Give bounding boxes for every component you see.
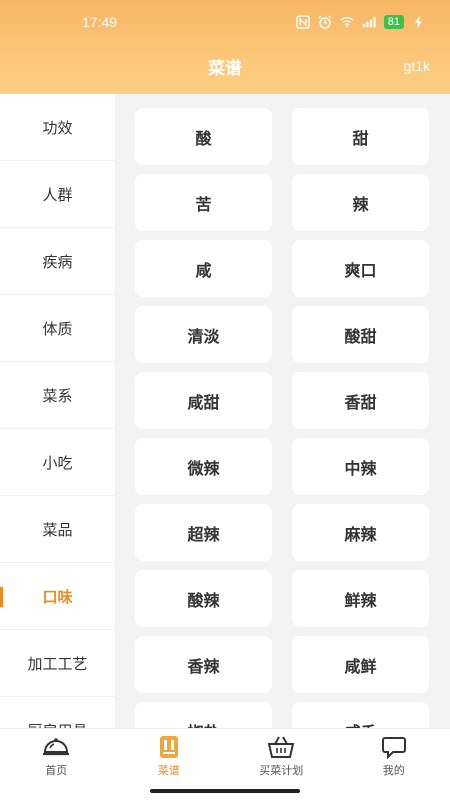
flavor-tag[interactable]: 麻辣 xyxy=(292,504,429,561)
sidebar-item-label: 菜系 xyxy=(42,386,73,405)
header: 17:49 81 菜谱 gt1k xyxy=(0,0,450,94)
recipe-book-icon xyxy=(159,736,178,758)
wifi-icon xyxy=(340,17,354,28)
sidebar-item[interactable]: 加工工艺 xyxy=(0,630,115,697)
sidebar-item-label: 人群 xyxy=(42,185,73,204)
flavor-tag[interactable]: 鲜辣 xyxy=(292,570,429,627)
tab-profile[interactable]: 我的 xyxy=(338,729,450,784)
cloche-icon xyxy=(43,738,70,756)
flavor-tag[interactable]: 酸 xyxy=(135,108,272,165)
flavor-tag[interactable]: 超辣 xyxy=(135,504,272,561)
tab-home[interactable]: 首页 xyxy=(0,729,113,784)
bottom-tab-bar: 首页 菜谱 买菜计划 我的 xyxy=(0,728,450,784)
flavor-tag[interactable]: 咸甜 xyxy=(135,372,272,429)
sidebar-item[interactable]: 菜系 xyxy=(0,362,115,429)
flavor-grid: 酸甜苦辣咸爽口清淡酸甜咸甜香甜微辣中辣超辣麻辣酸辣鲜辣香辣咸鲜椒盐咸香 xyxy=(115,94,450,728)
flavor-tag[interactable]: 咸鲜 xyxy=(292,636,429,693)
header-user-label[interactable]: gt1k xyxy=(404,58,430,74)
flavor-tag[interactable]: 香辣 xyxy=(135,636,272,693)
flavor-tag[interactable]: 咸 xyxy=(135,240,272,297)
sidebar-item[interactable]: 体质 xyxy=(0,295,115,362)
sidebar-item[interactable]: 厨房用具 xyxy=(0,697,115,729)
sidebar-item[interactable]: 口味 xyxy=(0,563,115,630)
flavor-tag[interactable]: 椒盐 xyxy=(135,702,272,728)
flavor-tag[interactable]: 酸甜 xyxy=(292,306,429,363)
sidebar-item-label: 加工工艺 xyxy=(27,654,88,673)
sidebar-item-label: 疾病 xyxy=(42,252,73,271)
sidebar-item-label: 菜品 xyxy=(42,520,73,539)
sidebar-item-label: 口味 xyxy=(42,587,73,606)
flavor-tag[interactable]: 苦 xyxy=(135,174,272,231)
category-sidebar: 功效人群疾病体质菜系小吃菜品口味加工工艺厨房用具 xyxy=(0,94,115,728)
flavor-tag[interactable]: 中辣 xyxy=(292,438,429,495)
tab-label: 买菜计划 xyxy=(259,764,304,777)
tab-label: 我的 xyxy=(382,764,405,777)
nfc-icon xyxy=(296,15,310,29)
flavor-tag[interactable]: 微辣 xyxy=(135,438,272,495)
flavor-tag[interactable]: 酸辣 xyxy=(135,570,272,627)
sidebar-item-label: 小吃 xyxy=(42,453,73,472)
sidebar-item-label: 厨房用具 xyxy=(27,720,87,729)
flavor-tag[interactable]: 甜 xyxy=(292,108,429,165)
flavor-tag[interactable]: 辣 xyxy=(292,174,429,231)
tab-label: 首页 xyxy=(45,764,68,777)
sidebar-item[interactable]: 小吃 xyxy=(0,429,115,496)
status-bar: 17:49 81 xyxy=(0,0,450,44)
basket-icon xyxy=(267,736,295,758)
flavor-grid-inner: 酸甜苦辣咸爽口清淡酸甜咸甜香甜微辣中辣超辣麻辣酸辣鲜辣香辣咸鲜椒盐咸香 xyxy=(115,108,450,728)
tab-shopping-plan[interactable]: 买菜计划 xyxy=(225,729,338,784)
sidebar-item[interactable]: 人群 xyxy=(0,161,115,228)
home-indicator xyxy=(0,784,450,800)
sidebar-item-label: 体质 xyxy=(42,319,73,338)
tab-recipes[interactable]: 菜谱 xyxy=(113,729,226,784)
sidebar-item[interactable]: 菜品 xyxy=(0,496,115,563)
flavor-tag[interactable]: 爽口 xyxy=(292,240,429,297)
tab-label: 菜谱 xyxy=(157,764,180,777)
sidebar-item-label: 功效 xyxy=(42,118,73,137)
status-time: 17:49 xyxy=(82,14,118,30)
sidebar-item[interactable]: 疾病 xyxy=(0,228,115,295)
page-title: 菜谱 xyxy=(208,58,242,79)
flavor-tag[interactable]: 清淡 xyxy=(135,306,272,363)
status-icons: 81 xyxy=(296,15,426,29)
flavor-tag[interactable]: 香甜 xyxy=(292,372,429,429)
charging-icon xyxy=(415,15,422,29)
signal-icon xyxy=(362,16,376,28)
title-row: 菜谱 xyxy=(0,44,450,88)
sidebar-item[interactable]: 功效 xyxy=(0,94,115,161)
alarm-icon xyxy=(318,15,332,29)
flavor-tag[interactable]: 咸香 xyxy=(292,702,429,728)
battery-indicator: 81 xyxy=(383,15,404,29)
chat-bubble-icon xyxy=(381,737,406,759)
phone-screen: 17:49 81 菜谱 gt1k 功效人群疾病体质菜系小吃菜品口味加工工艺厨房用… xyxy=(0,0,450,800)
